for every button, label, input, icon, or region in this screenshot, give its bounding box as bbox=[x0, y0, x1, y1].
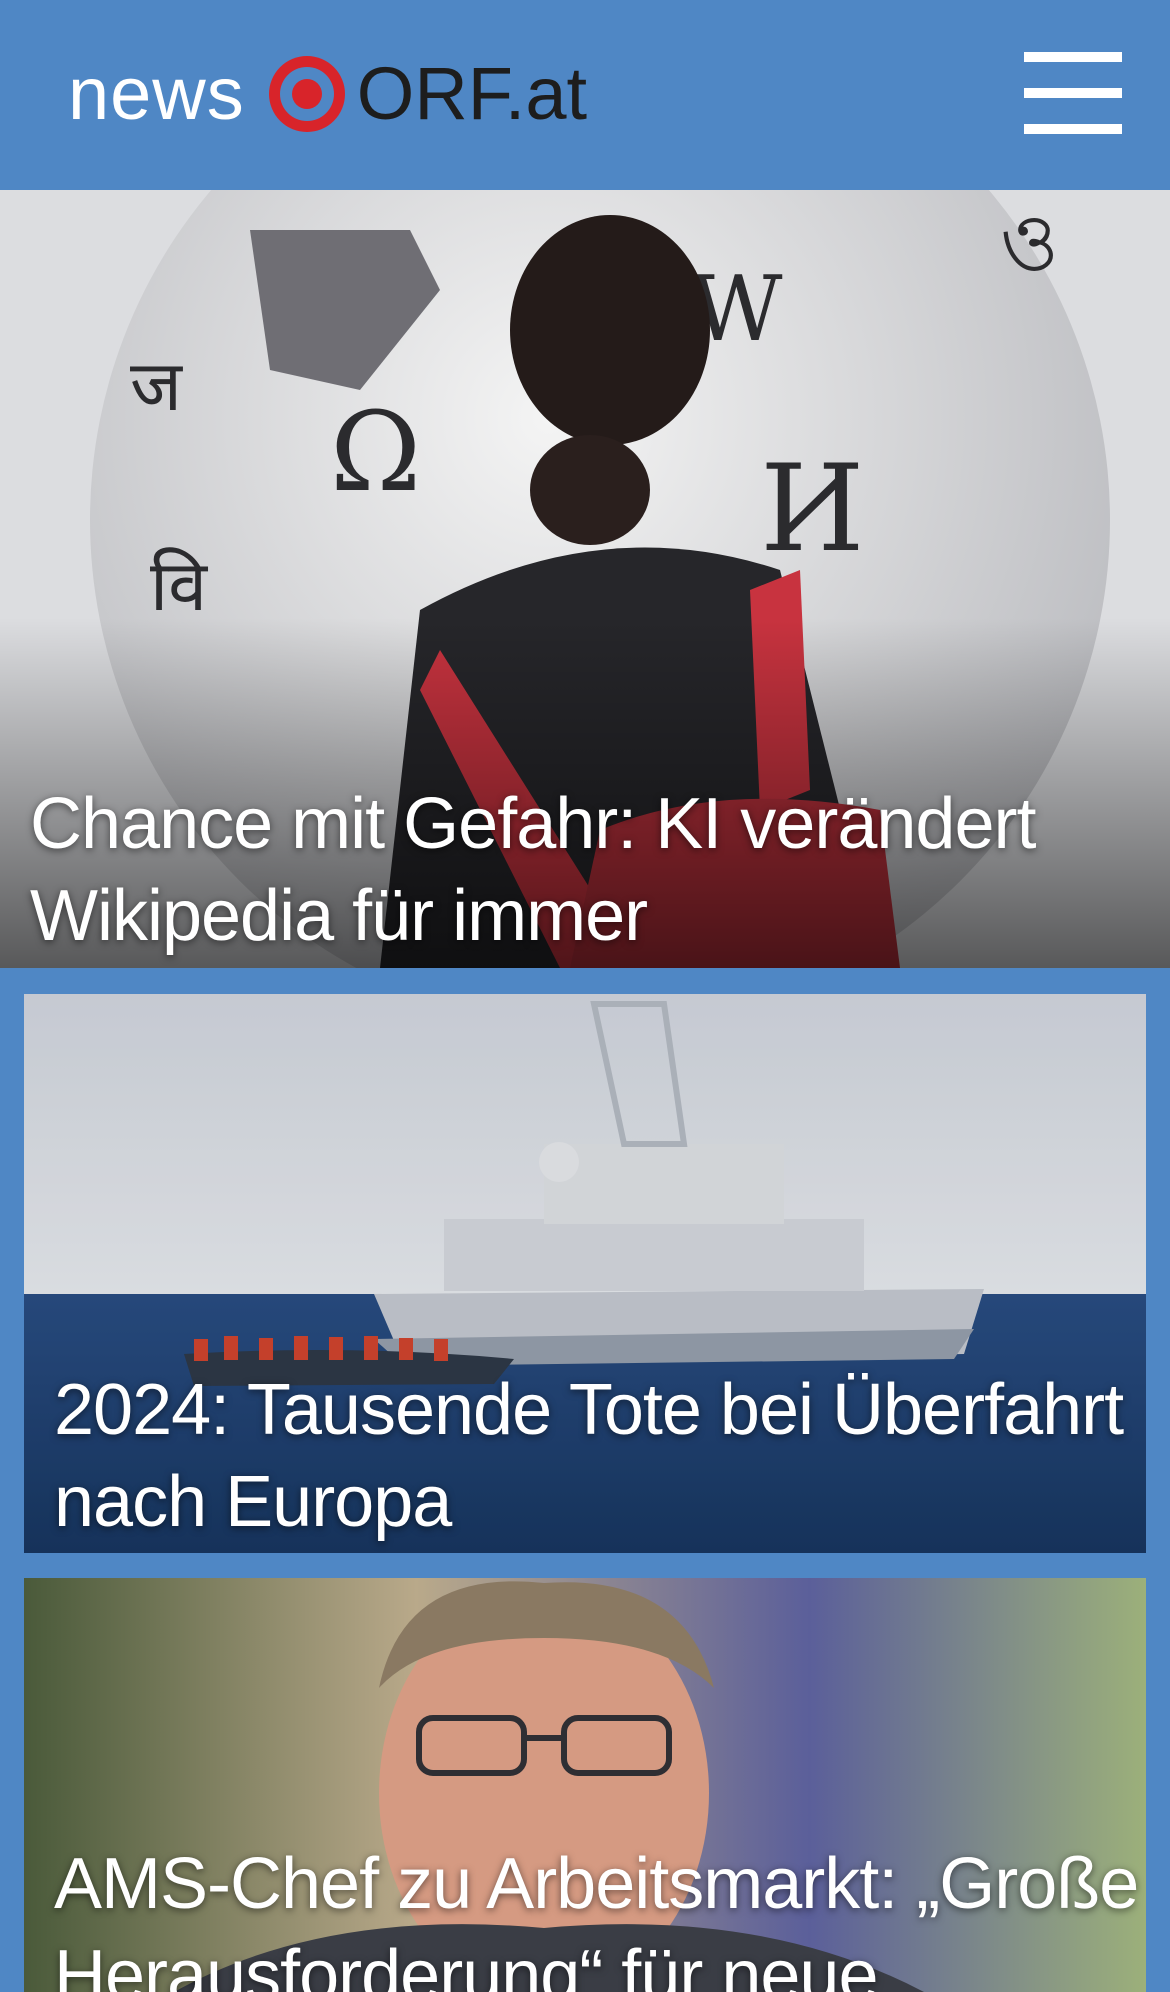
menu-bar bbox=[1024, 88, 1122, 98]
article-headline: Chance mit Gefahr: KI verändert Wikipedi… bbox=[30, 784, 1036, 956]
news-orf-logo[interactable]: news ORF.at bbox=[68, 48, 587, 140]
article-card-hero[interactable]: Ω W И ও ज वि Chance mit Gefahr: KI verän… bbox=[0, 190, 1170, 968]
menu-bar bbox=[1024, 124, 1122, 134]
logo-news-text: news bbox=[68, 52, 245, 135]
article-headline: 2024: Tausende Tote bei Überfahrt nach E… bbox=[54, 1370, 1124, 1542]
article-headline: AMS-Chef zu Arbeitsmarkt: „Große Herausf… bbox=[54, 1844, 1139, 1992]
logo-orf-text: ORF.at bbox=[356, 52, 588, 135]
orf-eye-icon bbox=[268, 56, 345, 132]
site-header: news ORF.at bbox=[0, 0, 1170, 190]
menu-bar bbox=[1024, 52, 1122, 62]
article-card[interactable]: 2024: Tausende Tote bei Überfahrt nach E… bbox=[24, 994, 1146, 1553]
hamburger-menu-icon[interactable] bbox=[1024, 52, 1122, 134]
article-card[interactable]: AMS-Chef zu Arbeitsmarkt: „Große Herausf… bbox=[24, 1578, 1146, 1992]
